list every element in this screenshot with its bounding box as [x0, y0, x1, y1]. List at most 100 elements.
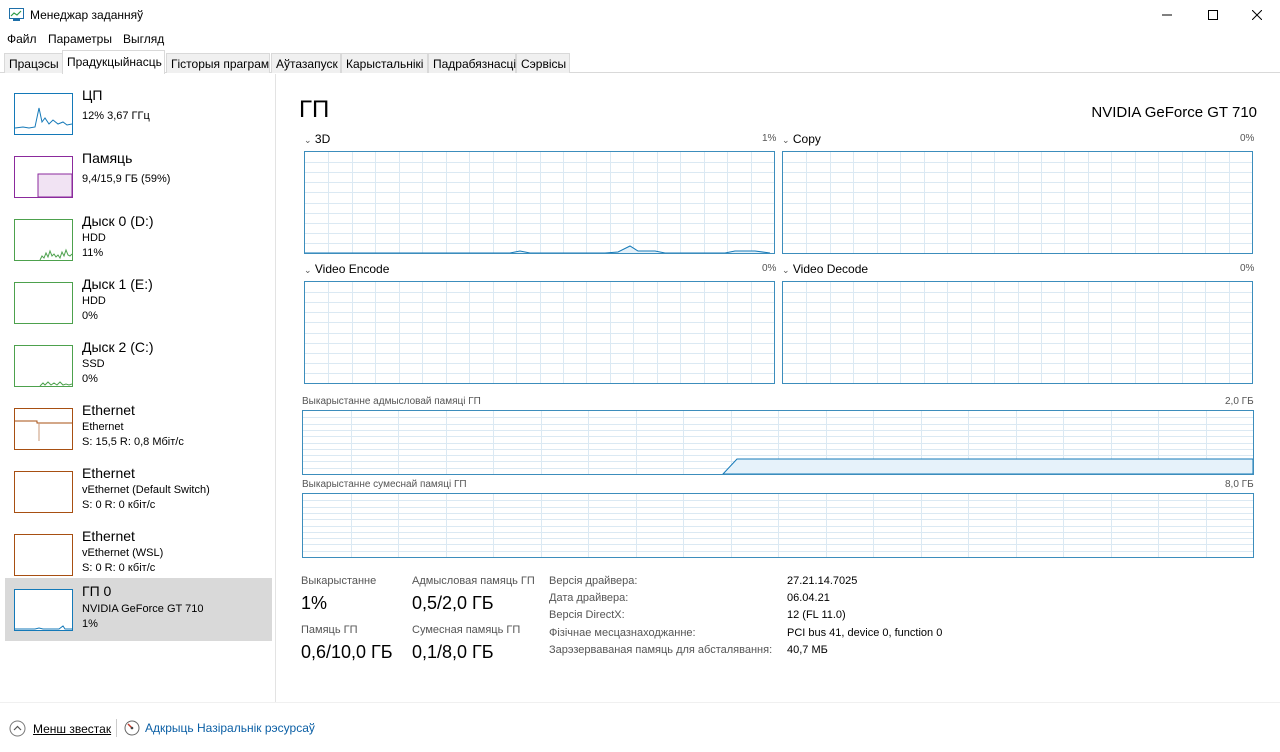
sidebar-item-detail: vEthernet (Default Switch): [82, 484, 210, 496]
graph-grid: [305, 282, 774, 383]
reserved-memory-value: 40,7 МБ: [787, 644, 828, 656]
sidebar-item-value: S: 0 R: 0 кбіт/с: [82, 499, 156, 511]
sidebar-item-cpu[interactable]: ЦП 12% 3,67 ГГц: [5, 82, 272, 145]
sidebar-item-memory[interactable]: Памяць 9,4/15,9 ГБ (59%): [5, 145, 272, 208]
engine-copy-label[interactable]: ⌄ Copy: [782, 132, 821, 146]
sidebar-item-title: Дыск 0 (D:): [82, 213, 154, 229]
reserved-memory-label: Зарэзерваваная памяць для абсталявання:: [549, 644, 773, 656]
utilization-label: Выкарыстанне: [301, 575, 377, 587]
gpu-detail-panel: ГП NVIDIA GeForce GT 710 ⌄ 3D 1% ⌄ Copy …: [277, 74, 1280, 702]
minimize-button[interactable]: [1144, 0, 1190, 30]
engine-3d-label[interactable]: ⌄ 3D: [304, 132, 330, 146]
sidebar-item-value: 0%: [82, 373, 98, 385]
sidebar-item-title: Дыск 2 (C:): [82, 339, 154, 355]
engine-video-decode-graph: [782, 281, 1253, 384]
fewer-details-label: Менш звестак: [33, 721, 112, 736]
close-icon: [1252, 10, 1262, 20]
sidebar-item-detail: HDD: [82, 232, 106, 244]
dedicated-memory-line: [722, 458, 1253, 474]
engine-3d-percent: 1%: [762, 133, 777, 144]
tab-processes[interactable]: Працэсы: [4, 53, 63, 73]
footer-divider: [116, 719, 117, 737]
disk-2-thumbnail-graph: [14, 345, 73, 387]
sidebar-item-disk-2[interactable]: Дыск 2 (C:) SSD 0%: [5, 334, 272, 397]
engine-video-decode-label[interactable]: ⌄ Video Decode: [782, 262, 868, 276]
sidebar-item-ethernet-3[interactable]: Ethernet vEthernet (WSL) S: 0 R: 0 кбіт/…: [5, 523, 272, 586]
open-resource-monitor-label: Адкрыць Назіральнік рэсурсаў: [145, 721, 315, 735]
sidebar-item-detail: 9,4/15,9 ГБ (59%): [82, 173, 171, 185]
tab-details[interactable]: Падрабязнасці: [428, 53, 516, 73]
chevron-down-icon: ⌄: [304, 265, 312, 275]
close-button[interactable]: [1234, 0, 1280, 30]
sidebar-item-title: ЦП: [82, 87, 103, 103]
maximize-button[interactable]: [1190, 0, 1236, 30]
ethernet-2-thumbnail-graph: [14, 471, 73, 513]
ethernet-3-thumbnail-graph: [14, 534, 73, 576]
gpu-memory-value: 0,6/10,0 ГБ: [301, 642, 393, 662]
driver-version-label: Версія драйвера:: [549, 575, 638, 587]
dedicated-memory-max: 2,0 ГБ: [1225, 396, 1254, 407]
sidebar-item-value: S: 15,5 R: 0,8 Мбіт/с: [82, 436, 184, 448]
sidebar-item-title: Дыск 1 (E:): [82, 276, 153, 292]
tab-app-history[interactable]: Гісторыя праграм: [166, 53, 270, 73]
sidebar-item-ethernet-2[interactable]: Ethernet vEthernet (Default Switch) S: 0…: [5, 460, 272, 523]
fewer-details-button[interactable]: Менш звестак: [9, 720, 111, 737]
driver-date-value: 06.04.21: [787, 592, 830, 604]
graph-grid: [783, 282, 1252, 383]
engine-video-decode-percent: 0%: [1240, 263, 1255, 274]
shared-memory-stat-label: Сумесная памяць ГП: [412, 624, 521, 636]
open-resource-monitor-link[interactable]: Адкрыць Назіральнік рэсурсаў: [124, 720, 315, 736]
shared-memory-stat-value: 0,1/8,0 ГБ: [412, 642, 494, 662]
tab-users[interactable]: Карыстальнікі: [341, 53, 428, 73]
graph-grid: [783, 152, 1252, 253]
chevron-up-circle-icon: [9, 720, 26, 737]
sidebar-item-disk-1[interactable]: Дыск 1 (E:) HDD 0%: [5, 271, 272, 334]
footer: Менш звестак Адкрыць Назіральнік рэсурса…: [0, 702, 1280, 752]
shared-memory-label: Выкарыстанне сумеснай памяці ГП: [302, 479, 467, 490]
sidebar-item-title: Ethernet: [82, 402, 135, 418]
tab-startup[interactable]: Аўтазапуск: [271, 53, 341, 73]
sidebar-item-detail: Ethernet: [82, 421, 124, 433]
sidebar-item-gpu-0[interactable]: ГП 0 NVIDIA GeForce GT 710 1%: [5, 578, 272, 641]
gpu-memory-label: Памяць ГП: [301, 624, 358, 636]
engine-video-encode-label[interactable]: ⌄ Video Encode: [304, 262, 389, 276]
shared-memory-max: 8,0 ГБ: [1225, 479, 1254, 490]
physical-location-label: Фізічнае месцазнаходжанне:: [549, 627, 696, 639]
engine-3d-line: [305, 245, 771, 253]
disk-1-thumbnail-graph: [14, 282, 73, 324]
sidebar-item-title: ГП 0: [82, 583, 112, 599]
page-title: ГП: [299, 96, 330, 123]
tab-services[interactable]: Сэрвісы: [516, 53, 570, 73]
sidebar-item-title: Ethernet: [82, 528, 135, 544]
sidebar-item-detail: HDD: [82, 295, 106, 307]
directx-version-label: Версія DirectX:: [549, 609, 625, 621]
sidebar-item-disk-0[interactable]: Дыск 0 (D:) HDD 11%: [5, 208, 272, 271]
menu-options[interactable]: Параметры: [48, 32, 112, 46]
window-title: Менеджар заданняў: [30, 8, 144, 22]
chevron-down-icon: ⌄: [782, 135, 790, 145]
dedicated-memory-stat-value: 0,5/2,0 ГБ: [412, 593, 494, 613]
sidebar-item-title: Ethernet: [82, 465, 135, 481]
menu-view[interactable]: Выгляд: [123, 32, 164, 46]
shared-memory-graph: [302, 493, 1254, 558]
tab-performance[interactable]: Прадукцыйнасць: [62, 50, 165, 74]
sidebar-item-value: 0%: [82, 310, 98, 322]
physical-location-value: PCI bus 41, device 0, function 0: [787, 627, 943, 639]
sidebar-item-ethernet-1[interactable]: Ethernet Ethernet S: 15,5 R: 0,8 Мбіт/с: [5, 397, 272, 460]
engine-copy-graph: [782, 151, 1253, 254]
utilization-value: 1%: [301, 593, 328, 613]
chevron-down-icon: ⌄: [304, 135, 312, 145]
app-icon: [9, 8, 24, 21]
cpu-thumbnail-graph: [14, 93, 73, 135]
engine-copy-percent: 0%: [1240, 133, 1255, 144]
minimize-icon: [1162, 14, 1172, 16]
sidebar-item-detail: 12% 3,67 ГГц: [82, 110, 150, 122]
menu-file[interactable]: Файл: [7, 32, 37, 46]
engine-video-encode-graph: [304, 281, 775, 384]
dedicated-memory-graph: [302, 410, 1254, 475]
sidebar-item-title: Памяць: [82, 150, 133, 166]
gpu-0-thumbnail-graph: [14, 589, 73, 631]
sidebar-item-value: 11%: [82, 247, 104, 259]
maximize-icon: [1208, 10, 1218, 20]
directx-version-value: 12 (FL 11.0): [787, 609, 846, 621]
